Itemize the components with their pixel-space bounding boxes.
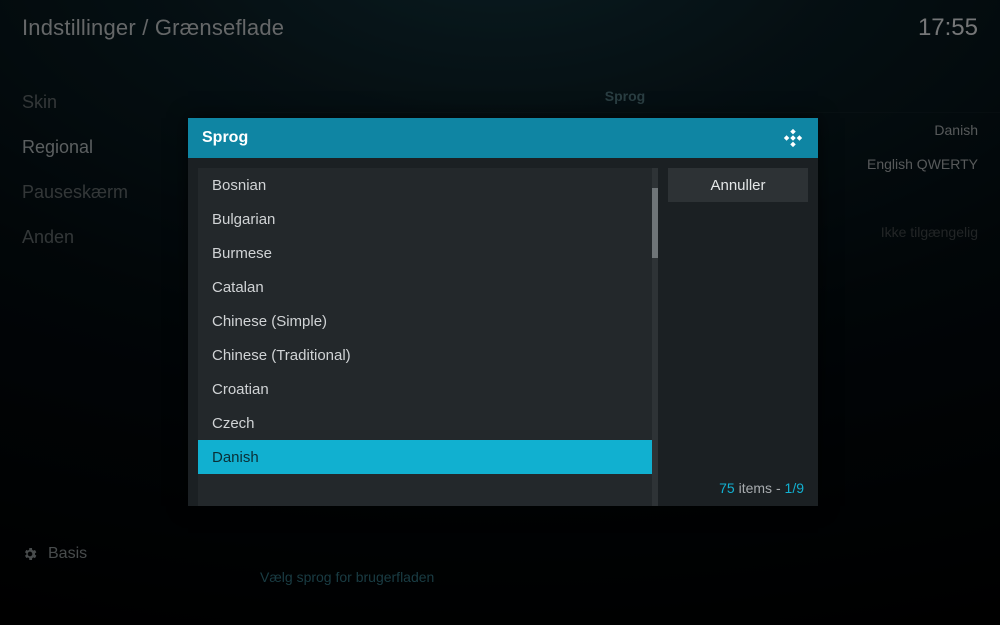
list-item[interactable]: Czech xyxy=(198,406,652,440)
scrollbar-thumb[interactable] xyxy=(652,188,658,258)
pager-page: 1/9 xyxy=(785,480,804,496)
scrollbar[interactable] xyxy=(652,168,658,506)
language-list: BosnianBulgarianBurmeseCatalanChinese (S… xyxy=(198,168,658,506)
cancel-button[interactable]: Annuller xyxy=(668,168,808,202)
list-item[interactable]: Bosnian xyxy=(198,168,652,202)
dialog-title: Sprog xyxy=(202,129,248,147)
dialog-header: Sprog xyxy=(188,118,818,158)
list-item[interactable]: Catalan xyxy=(198,270,652,304)
list-item[interactable]: Burmese xyxy=(198,236,652,270)
language-dialog: Sprog BosnianBulgarianBurmeseCatalanChin… xyxy=(188,118,818,506)
kodi-logo-icon xyxy=(782,127,804,149)
list-item[interactable]: Danish xyxy=(198,440,652,474)
pager: 75 items - 1/9 xyxy=(668,474,808,506)
list-item[interactable]: Chinese (Simple) xyxy=(198,304,652,338)
list-item[interactable]: Chinese (Traditional) xyxy=(198,338,652,372)
pager-total-items: 75 xyxy=(719,480,735,496)
list-item[interactable]: Croatian xyxy=(198,372,652,406)
list-item[interactable]: Bulgarian xyxy=(198,202,652,236)
